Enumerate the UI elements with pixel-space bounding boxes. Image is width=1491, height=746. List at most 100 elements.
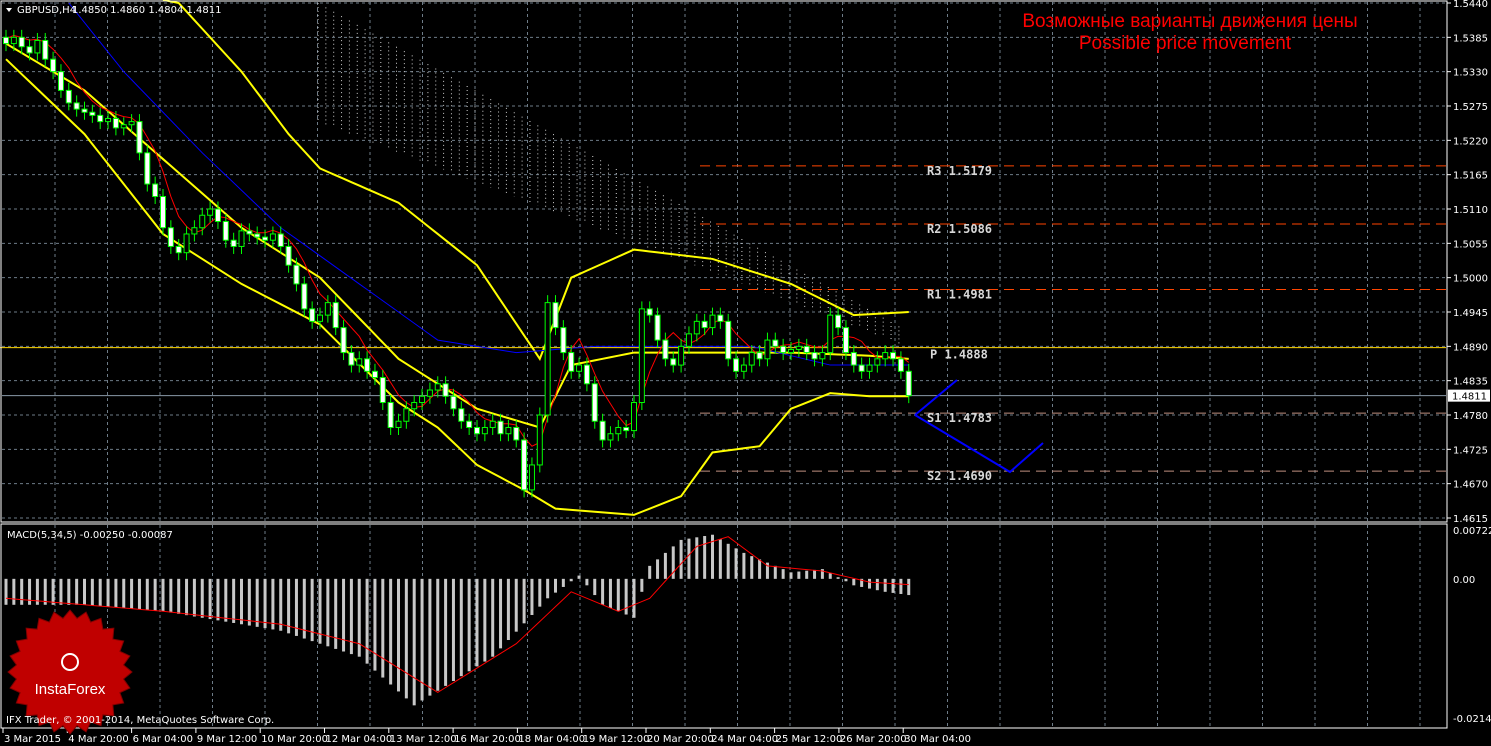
candle-body xyxy=(340,327,347,354)
candle-body xyxy=(34,39,41,54)
candle-body xyxy=(411,402,418,410)
pivot-label-S1: S1 1.4783 xyxy=(927,411,992,425)
macd-histogram-bar xyxy=(232,578,236,623)
candle-body xyxy=(513,426,520,441)
copyright-text: IFX Trader, © 2001-2014, MetaQuotes Soft… xyxy=(6,715,274,726)
candle-body xyxy=(607,433,614,441)
price-tick-label: 1.5165 xyxy=(1453,171,1488,182)
pivot-label-P: P 1.4888 xyxy=(930,348,988,362)
macd-histogram-bar xyxy=(247,578,251,626)
macd-histogram-bar xyxy=(28,578,32,605)
macd-histogram-bar xyxy=(805,570,809,579)
candle-body xyxy=(481,426,488,435)
time-tick-label: 3 Mar 2015 xyxy=(4,734,61,745)
candle-body xyxy=(560,327,567,354)
macd-histogram-bar xyxy=(554,578,557,593)
macd-histogram-bar xyxy=(404,578,408,699)
macd-histogram-bar xyxy=(51,578,55,605)
macd-panel-frame xyxy=(0,523,1448,729)
macd-histogram-bar xyxy=(585,578,589,586)
macd-histogram-bar xyxy=(616,578,620,612)
macd-histogram-bar xyxy=(145,578,149,610)
candle-body xyxy=(183,233,190,254)
candle-body xyxy=(733,358,740,372)
candle-body xyxy=(599,420,606,441)
time-tick-label: 6 Mar 04:00 xyxy=(133,734,193,745)
ichimoku-cloud xyxy=(317,3,900,344)
macd-histogram-bar xyxy=(483,578,487,662)
macd-histogram-bar xyxy=(373,578,377,671)
chart-canvas[interactable]: R3 1.5179 R2 1.5086 R1 1.4981 P 1.4888 S1 1.… xyxy=(0,0,1491,746)
time-tick-label: 20 Mar 20:00 xyxy=(647,734,714,745)
candle-body xyxy=(795,345,802,350)
time-tick-label: 26 Mar 20:00 xyxy=(840,734,907,745)
macd-histogram-bar xyxy=(12,578,16,605)
price-tick-label: 1.5000 xyxy=(1453,274,1488,285)
candle-body xyxy=(269,233,276,241)
time-tick-label: 12 Mar 04:00 xyxy=(326,734,393,745)
candle-body xyxy=(536,414,543,466)
price-tick-label: 1.4780 xyxy=(1453,411,1488,422)
candle-body xyxy=(144,152,151,185)
macd-histogram-bar xyxy=(624,578,628,615)
macd-histogram-bar xyxy=(467,578,471,672)
price-tick-label: 1.5110 xyxy=(1453,205,1488,216)
macd-tick-label: 0.00722 xyxy=(1453,526,1491,537)
macd-histogram-bar xyxy=(593,578,597,596)
candle-body xyxy=(882,352,889,360)
annotation-ru: Возможные варианты движения цены xyxy=(1022,11,1357,32)
macd-histogram-bar xyxy=(475,578,479,667)
candle-body xyxy=(615,426,622,435)
macd-histogram-bar xyxy=(279,578,283,631)
price-tick-label: 1.4890 xyxy=(1453,342,1488,353)
candle-body xyxy=(395,420,402,428)
macd-histogram-bar xyxy=(263,578,267,629)
price-tick-label: 1.4945 xyxy=(1453,308,1488,319)
macd-histogram-bar xyxy=(844,578,848,582)
macd-histogram-bar xyxy=(773,565,777,579)
macd-histogram-bar xyxy=(514,578,518,632)
macd-histogram-bar xyxy=(137,578,141,610)
macd-histogram-bar xyxy=(687,538,691,579)
candle-body xyxy=(364,358,371,372)
macd-histogram-bar xyxy=(397,578,400,692)
macd-histogram-bar xyxy=(59,578,63,605)
macd-histogram-bar xyxy=(538,578,542,607)
candle-body xyxy=(709,314,716,329)
candle-body xyxy=(371,370,378,379)
dropdown-triangle-icon[interactable] xyxy=(6,8,12,12)
macd-histogram-bar xyxy=(750,556,754,579)
candle-body xyxy=(693,320,700,335)
candle-body xyxy=(222,220,229,241)
macd-histogram-bar xyxy=(797,571,801,579)
forecast-lines xyxy=(914,379,1044,474)
time-tick-label: 10 Mar 20:00 xyxy=(261,734,328,745)
candle-body xyxy=(866,364,873,372)
candle-body xyxy=(631,402,637,432)
candle-body xyxy=(811,352,818,360)
price-axis[interactable]: 1.5440 1.5385 1.5330 1.5275 1.5220 1.5165 1.51… xyxy=(1447,0,1491,725)
macd-histogram-bar xyxy=(506,578,510,641)
candle-body xyxy=(57,71,64,91)
candle-body xyxy=(332,302,339,329)
macd-histogram-bar xyxy=(240,578,243,625)
macd-histogram-bar xyxy=(67,578,71,605)
candle-body xyxy=(356,358,363,366)
candle-body xyxy=(583,364,590,385)
macd-histogram-bar xyxy=(836,577,840,579)
candle-body xyxy=(544,302,551,416)
candle-body xyxy=(725,320,732,360)
macd-histogram-bar xyxy=(169,578,173,613)
candle-body xyxy=(246,230,253,235)
candle-body xyxy=(717,314,724,322)
macd-signal-line xyxy=(5,536,909,693)
candle-body xyxy=(701,320,708,329)
macd-histogram-bar xyxy=(4,578,8,605)
candle-body xyxy=(740,364,747,372)
ma-slow-line xyxy=(68,2,909,366)
candle-body xyxy=(685,333,692,347)
time-axis[interactable]: 3 Mar 2015 4 Mar 20:00 6 Mar 04:00 9 Mar 12… xyxy=(2,728,971,745)
candle-body xyxy=(827,314,834,354)
candle-body xyxy=(65,89,72,104)
logo-text: InstaForex xyxy=(35,681,106,698)
